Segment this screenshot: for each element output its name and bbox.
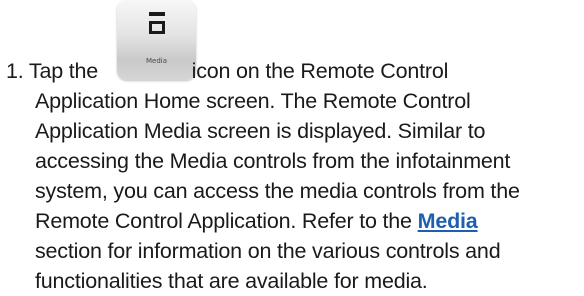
document-page: Media 1. Tap the icon on the Remote Cont… [0, 0, 584, 293]
step-text-segment: icon on the Remote Control [191, 59, 449, 83]
step-line-3: Application Media screen is displayed. S… [35, 119, 486, 143]
clapperboard-icon [149, 12, 165, 34]
step-line-7: section for information on the various c… [35, 239, 501, 263]
step-number: 1. [6, 59, 24, 83]
step-line-2: Application Home screen. The Remote Cont… [35, 89, 471, 113]
step-text-segment: Remote Control Application. Refer to the [35, 209, 412, 233]
instruction-step: 1. Tap the icon on the Remote Control Ap… [6, 56, 581, 296]
step-line-5: system, you can access the media control… [35, 179, 520, 203]
step-line-6: Remote Control Application. Refer to the… [6, 206, 581, 236]
step-line-1: 1. Tap the icon on the Remote Control [6, 56, 581, 86]
step-text-segment: Tap the [28, 59, 99, 83]
media-section-link[interactable]: Media [418, 209, 478, 233]
step-line-4: accessing the Media controls from the in… [35, 149, 511, 173]
